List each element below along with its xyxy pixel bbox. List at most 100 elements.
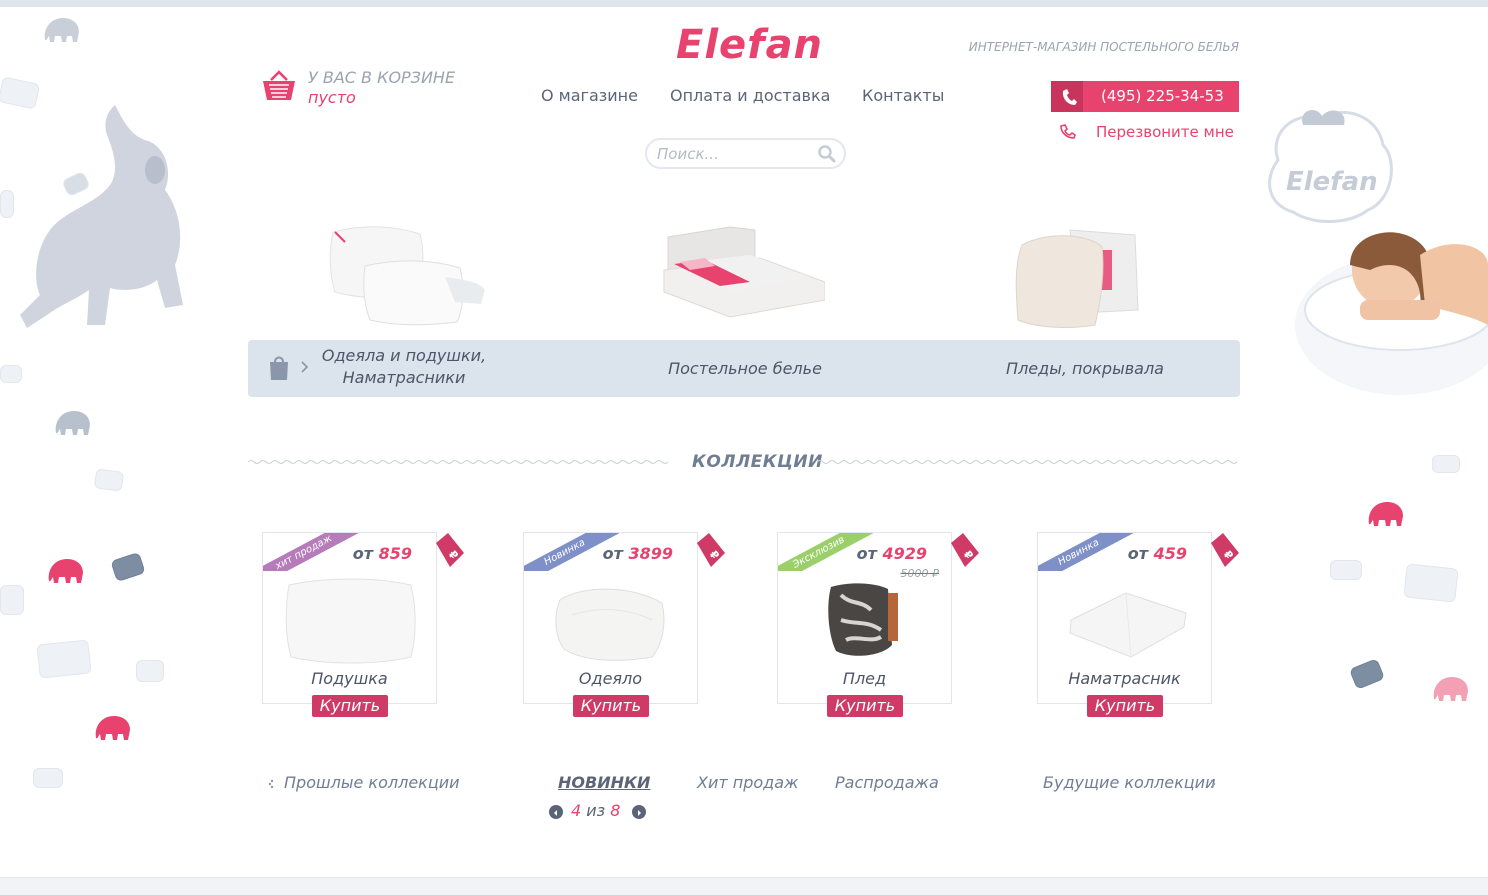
site-logo[interactable]: Elefan: [676, 22, 823, 68]
bed-image[interactable]: [660, 222, 825, 322]
product-card-blanket[interactable]: Новинка от 3899 ₽ Одеяло Купить: [523, 532, 725, 717]
elephant-icon: [95, 716, 130, 740]
price: от 459: [1128, 544, 1187, 563]
basket-icon: [263, 70, 295, 100]
category-plaids[interactable]: Пледы, покрывала: [980, 358, 1190, 380]
tab-new[interactable]: НОВИНКИ: [558, 773, 650, 792]
price-prefix: от: [856, 544, 877, 563]
price: от 859: [353, 544, 412, 563]
product-image-mattress-topper: [1069, 592, 1187, 658]
price-tag-icon: ₽: [436, 533, 464, 567]
product-name[interactable]: Плед: [778, 669, 951, 688]
child-photo: [1295, 232, 1488, 395]
search-icon[interactable]: [818, 145, 836, 163]
arrow-left-icon: [268, 779, 274, 789]
buy-button[interactable]: Купить: [1087, 695, 1163, 717]
badge-ribbon: Новинка: [1038, 533, 1133, 571]
price-tag-icon: ₽: [697, 533, 725, 567]
elephant-icon: [1368, 502, 1403, 526]
pillow-decor: [136, 660, 164, 682]
badge-label: Новинка: [1038, 533, 1133, 571]
blankets-image[interactable]: [1010, 225, 1140, 330]
pillow-decor: [0, 585, 24, 615]
arrow-right-icon: [1210, 779, 1216, 789]
nav-about[interactable]: О магазине: [541, 86, 638, 105]
elephant-icon: [1433, 677, 1468, 701]
product-image-blanket: [555, 588, 665, 661]
pillow-decor: [33, 768, 63, 788]
badge-label: хит продаж: [263, 533, 358, 571]
product-card-pillow[interactable]: хит продаж от 859 ₽ Подушка Купить: [262, 532, 464, 717]
elephant-illustration: [20, 105, 183, 328]
cart-status: пусто: [308, 88, 356, 107]
category-label-line1: Одеяла и подушки,: [321, 346, 487, 365]
phone-number: (495) 225-34-53: [1101, 87, 1224, 105]
tab-sale[interactable]: Распродажа: [835, 773, 939, 792]
product-card-mattress-topper[interactable]: Новинка от 459 ₽ Наматрасник Купить: [1037, 532, 1239, 717]
search-box: [645, 138, 846, 169]
page-total: 8: [610, 801, 621, 820]
callback-label: Перезвоните мне: [1096, 123, 1234, 141]
price-value: 859: [378, 544, 412, 563]
chevron-left-icon: [554, 810, 557, 816]
price: от 3899: [603, 544, 673, 563]
callback-icon: [1060, 124, 1076, 139]
buy-button[interactable]: Купить: [312, 695, 388, 717]
category-bedding[interactable]: Постельное белье: [640, 358, 850, 380]
collections-title: КОЛЛЕКЦИИ: [692, 452, 823, 472]
footer-strip: [0, 877, 1488, 895]
search-input[interactable]: [657, 144, 817, 164]
price-value: 459: [1153, 544, 1187, 563]
past-collections-link[interactable]: Прошлые коллекции: [284, 773, 460, 792]
divider-left: [248, 460, 669, 464]
future-collections-link[interactable]: Будущие коллекции: [1043, 773, 1215, 792]
prev-page-button[interactable]: [549, 805, 563, 819]
product-card-plaid[interactable]: Эксклюзив от 4929 5000 ₽ ₽ Плед Купить: [777, 532, 979, 717]
phone-icon: [1051, 81, 1083, 112]
pillow-decor: [93, 468, 125, 492]
nav-payment-delivery[interactable]: Оплата и доставка: [670, 86, 830, 105]
elephant-icon: [48, 559, 83, 583]
price: от 4929: [857, 544, 927, 563]
callback-link[interactable]: Перезвоните мне: [1057, 122, 1237, 142]
tagline: ИНТЕРНЕТ-МАГАЗИН ПОСТЕЛЬНОГО БЕЛЬЯ: [968, 40, 1239, 54]
chevron-right-icon: [638, 810, 641, 816]
page-current: 4: [571, 801, 582, 820]
price-value: 4929: [882, 544, 927, 563]
pillow-decor: [0, 365, 22, 383]
phone-button[interactable]: (495) 225-34-53: [1051, 81, 1239, 112]
elephant-icon: [55, 411, 90, 435]
cart-title: У ВАС В КОРЗИНЕ: [308, 68, 456, 87]
category-blankets-pillows[interactable]: Одеяла и подушки, Наматрасники: [304, 345, 504, 389]
nav-contacts[interactable]: Контакты: [862, 86, 944, 105]
price-tag-icon: ₽: [951, 533, 979, 567]
product-name[interactable]: Подушка: [263, 669, 436, 688]
category-label-line2: Наматрасники: [342, 368, 466, 387]
pillow-decor: [0, 190, 14, 218]
pillows-image[interactable]: [325, 222, 490, 330]
shopping-bag-icon: [270, 356, 288, 380]
page-separator: из: [586, 801, 606, 820]
product-image-plaid: [828, 583, 898, 656]
price-prefix: от: [602, 544, 623, 563]
pillow-decor: [1348, 658, 1386, 690]
price-prefix: от: [1127, 544, 1149, 563]
tab-bestsellers[interactable]: Хит продаж: [697, 773, 798, 792]
pillow-decor: [1432, 455, 1460, 473]
cart-widget[interactable]: У ВАС В КОРЗИНЕ пусто: [261, 68, 501, 108]
price-value: 3899: [628, 544, 673, 563]
buy-button[interactable]: Купить: [827, 695, 903, 717]
pagination: 4 из 8: [549, 801, 649, 821]
next-page-button[interactable]: [632, 805, 646, 819]
badge-ribbon: хит продаж: [263, 533, 358, 571]
pillow-decor: [36, 639, 92, 679]
cloud-logo-text: Elefan: [1286, 167, 1378, 197]
divider-right: [817, 460, 1238, 464]
product-name[interactable]: Одеяло: [524, 669, 697, 688]
price-prefix: от: [352, 544, 374, 563]
pillow-decor: [1330, 560, 1362, 580]
product-image-pillow: [285, 578, 416, 664]
product-name[interactable]: Наматрасник: [1038, 669, 1211, 688]
pillow-decor: [110, 551, 146, 583]
buy-button[interactable]: Купить: [573, 695, 649, 717]
